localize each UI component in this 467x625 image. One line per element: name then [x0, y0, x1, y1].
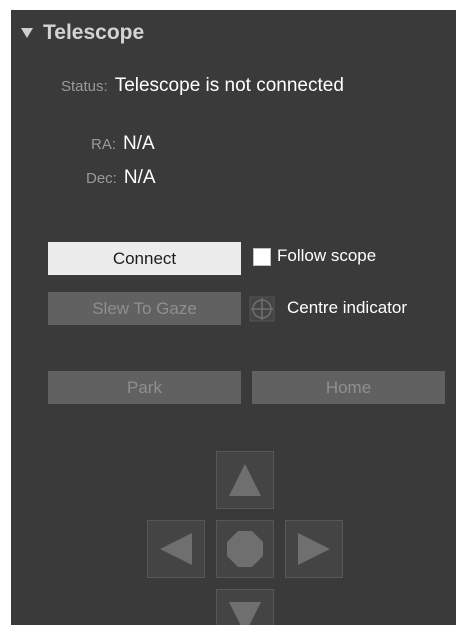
nav-down-button[interactable] [216, 589, 274, 625]
ra-value: N/A [123, 133, 155, 154]
connect-button[interactable]: Connect [48, 242, 241, 275]
arrow-down-icon [229, 602, 261, 625]
arrow-left-icon [160, 533, 192, 565]
crosshair-icon[interactable] [249, 296, 275, 322]
status-value: Telescope is not connected [114, 75, 344, 96]
nav-right-button[interactable] [285, 520, 343, 578]
nav-up-button[interactable] [216, 451, 274, 509]
section-header[interactable]: Telescope [11, 10, 456, 60]
arrow-right-icon [298, 533, 330, 565]
home-button[interactable]: Home [252, 371, 445, 404]
nav-stop-button[interactable] [216, 520, 274, 578]
nav-left-button[interactable] [147, 520, 205, 578]
dec-label: Dec: [86, 170, 117, 187]
follow-scope-checkbox[interactable] [253, 248, 271, 266]
status-row: Status: Telescope is not connected [61, 75, 344, 97]
slew-to-gaze-button[interactable]: Slew To Gaze [48, 292, 241, 325]
dec-value: N/A [123, 167, 156, 188]
status-label: Status: [61, 78, 108, 95]
ra-row: RA: N/A [91, 133, 155, 155]
centre-indicator-label: Centre indicator [287, 298, 408, 317]
section-title: Telescope [43, 21, 145, 44]
arrow-up-icon [229, 464, 261, 496]
triangle-down-icon[interactable] [21, 28, 33, 38]
park-button[interactable]: Park [48, 371, 241, 404]
telescope-panel: Telescope Status: Telescope is not conne… [11, 10, 456, 625]
follow-scope-label: Follow scope [277, 246, 377, 265]
stop-octagon-icon [227, 531, 263, 567]
dec-row: Dec: N/A [86, 167, 156, 189]
ra-label: RA: [91, 136, 117, 153]
